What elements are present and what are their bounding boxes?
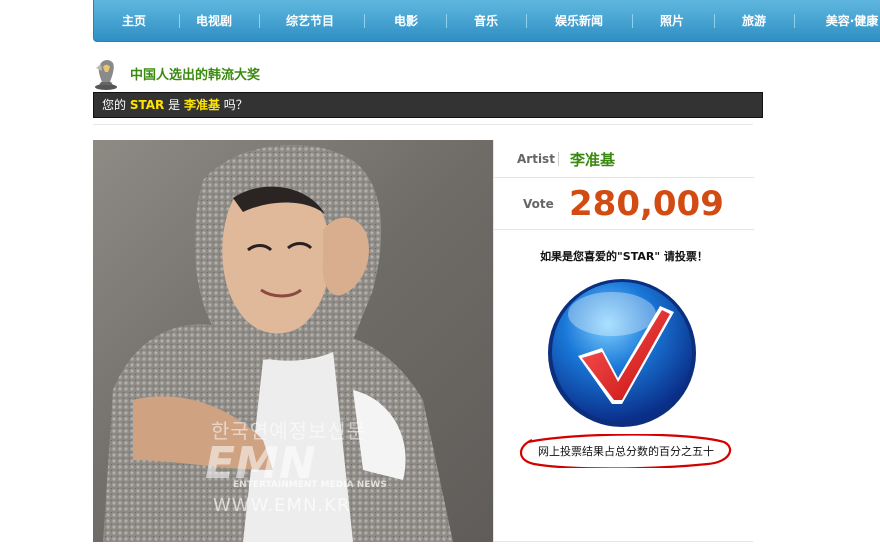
- question-middle: 是: [168, 98, 181, 112]
- artist-name: 李准基: [570, 151, 616, 169]
- vote-note-text: 网上投票结果占总分数的百分之五十: [538, 445, 714, 458]
- panel-bottom-line: [493, 541, 753, 542]
- vote-label: Vote: [523, 197, 554, 211]
- artist-photo: 한국연예정보신문 EMN ENTERTAINMENT MEDIA NEWS WW…: [93, 140, 493, 542]
- nav-tv-drama[interactable]: 电视剧: [184, 0, 244, 42]
- nav-separator: [364, 14, 365, 28]
- vote-button[interactable]: [544, 278, 704, 428]
- nav-separator: [259, 14, 260, 28]
- nav-variety[interactable]: 综艺节目: [274, 0, 346, 42]
- watermark-subtitle: ENTERTAINMENT MEDIA NEWS: [233, 480, 387, 490]
- vote-panel: Artist 李准基 Vote 280,009 如果是您喜爱的"STAR" 请投…: [493, 140, 754, 542]
- nav-separator: [526, 14, 527, 28]
- question-suffix: 吗？: [223, 98, 248, 112]
- vote-row: Vote 280,009: [494, 178, 754, 230]
- nav-travel[interactable]: 旅游: [724, 0, 784, 42]
- nav-beauty-health[interactable]: 美容·健康: [812, 0, 880, 42]
- artist-row: Artist 李准基: [494, 140, 754, 178]
- nav-separator: [446, 14, 447, 28]
- trophy-icon: [93, 58, 119, 90]
- nav-separator: [632, 14, 633, 28]
- vote-note: 网上投票结果占总分数的百分之五十: [518, 434, 734, 468]
- vote-prompt: 如果是您喜爱的"STAR" 请投票！: [540, 250, 708, 263]
- watermark-url: WWW.EMN.KR: [213, 495, 351, 516]
- checkmark-vote-icon: [548, 279, 696, 427]
- question-prefix: 您的: [102, 98, 127, 112]
- question-artist-name: 李准基: [183, 98, 220, 112]
- nav-separator: [714, 14, 715, 28]
- nav-home[interactable]: 主页: [104, 0, 164, 42]
- artist-label: Artist: [517, 152, 555, 166]
- section-title: 中国人选出的韩流大奖: [130, 68, 261, 83]
- nav-separator: [794, 14, 795, 28]
- question-star: STAR: [129, 98, 165, 112]
- nav-movie[interactable]: 电影: [376, 0, 436, 42]
- nav-separator: [179, 14, 180, 28]
- nav-music[interactable]: 音乐: [456, 0, 516, 42]
- top-navigation: 主页 电视剧 综艺节目 电影 音乐 娱乐新闻 照片 旅游 美容·健康: [93, 0, 880, 42]
- vote-count: 280,009: [569, 184, 724, 224]
- artist-separator: [558, 152, 559, 166]
- nav-entertainment-news[interactable]: 娱乐新闻: [544, 0, 614, 42]
- nav-photos[interactable]: 照片: [642, 0, 702, 42]
- question-bar: 您的 STAR 是 李准基 吗？: [93, 92, 763, 118]
- divider: [93, 124, 753, 125]
